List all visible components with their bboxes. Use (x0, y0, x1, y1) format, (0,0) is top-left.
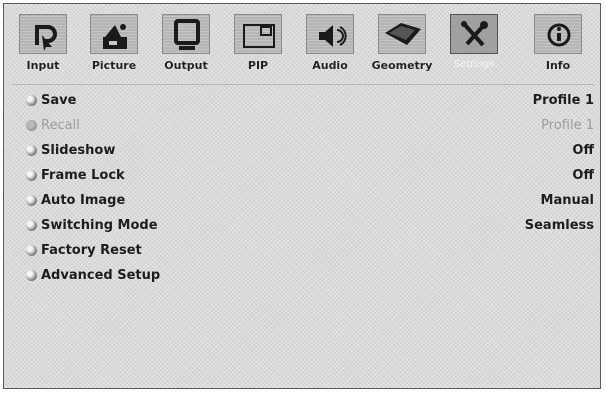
bullet-icon (26, 145, 37, 156)
speaker-icon (319, 25, 347, 47)
tab-pip-label: PIP (247, 59, 269, 72)
menu-item-label: Frame Lock (41, 168, 125, 183)
geometry-icon (385, 23, 421, 45)
menu-item-slideshow[interactable]: Slideshow Off (14, 138, 596, 163)
menu-item-frame-lock[interactable]: Frame Lock Off (14, 163, 596, 188)
menu-item-label: Save (41, 93, 77, 108)
bullet-icon (26, 270, 37, 281)
monitor-icon (174, 19, 200, 50)
bullet-icon (26, 95, 37, 106)
tools-icon (461, 21, 488, 47)
menu-item-label: Factory Reset (41, 243, 142, 258)
menu-item-value: Manual (540, 193, 594, 208)
menu-item-label: Switching Mode (41, 218, 158, 233)
bullet-icon (26, 170, 37, 181)
menu-item-label: Auto Image (41, 193, 126, 208)
tab-output-label: Output (164, 59, 208, 72)
tab-picture[interactable]: Picture (83, 12, 145, 82)
tab-pip[interactable]: PIP (227, 12, 289, 82)
tab-audio-label: Audio (312, 59, 348, 72)
menu-item-value: Off (572, 168, 594, 183)
info-icon (547, 23, 571, 47)
menu-item-factory-reset[interactable]: Factory Reset (14, 238, 596, 263)
menu-item-value: Profile 1 (532, 93, 594, 108)
bullet-icon (26, 195, 37, 206)
bullet-icon (26, 245, 37, 256)
toolbar-divider (12, 84, 594, 85)
tab-info-label: Info (545, 59, 571, 72)
tab-picture-label: Picture (91, 59, 137, 72)
menu-item-advanced-setup[interactable]: Advanced Setup (14, 263, 596, 288)
category-toolbar: Input Picture Output PIP Audio Geometry … (12, 12, 594, 82)
settings-menu-list: Save Profile 1 Recall Profile 1 Slidesho… (14, 88, 596, 288)
menu-item-value: Seamless (524, 218, 594, 233)
menu-item-label: Advanced Setup (41, 268, 161, 283)
menu-item-label: Recall (41, 118, 80, 133)
menu-item-label: Slideshow (41, 143, 116, 158)
tab-info[interactable]: Info (527, 12, 589, 82)
picture-icon (103, 24, 127, 49)
menu-item-recall: Recall Profile 1 (14, 113, 596, 138)
tab-output[interactable]: Output (155, 12, 217, 82)
menu-item-save[interactable]: Save Profile 1 (14, 88, 596, 113)
menu-item-auto-image[interactable]: Auto Image Manual (14, 188, 596, 213)
tab-geometry[interactable]: Geometry (371, 12, 433, 82)
osd-menu-window: Input Picture Output PIP Audio Geometry … (3, 3, 601, 389)
tab-input[interactable]: Input (12, 12, 74, 82)
menu-item-value: Profile 1 (541, 118, 594, 133)
tab-audio[interactable]: Audio (299, 12, 361, 82)
menu-item-value: Off (572, 143, 594, 158)
input-arrow-icon (35, 25, 57, 51)
tab-input-label: Input (26, 59, 60, 72)
bullet-icon (26, 120, 37, 131)
bullet-icon (26, 220, 37, 231)
tab-geometry-label: Geometry (371, 59, 433, 72)
menu-item-switching-mode[interactable]: Switching Mode Seamless (14, 213, 596, 238)
pip-icon (243, 24, 275, 48)
tab-settings[interactable]: Settings (443, 12, 505, 82)
tab-settings-label: Settings (453, 59, 495, 70)
